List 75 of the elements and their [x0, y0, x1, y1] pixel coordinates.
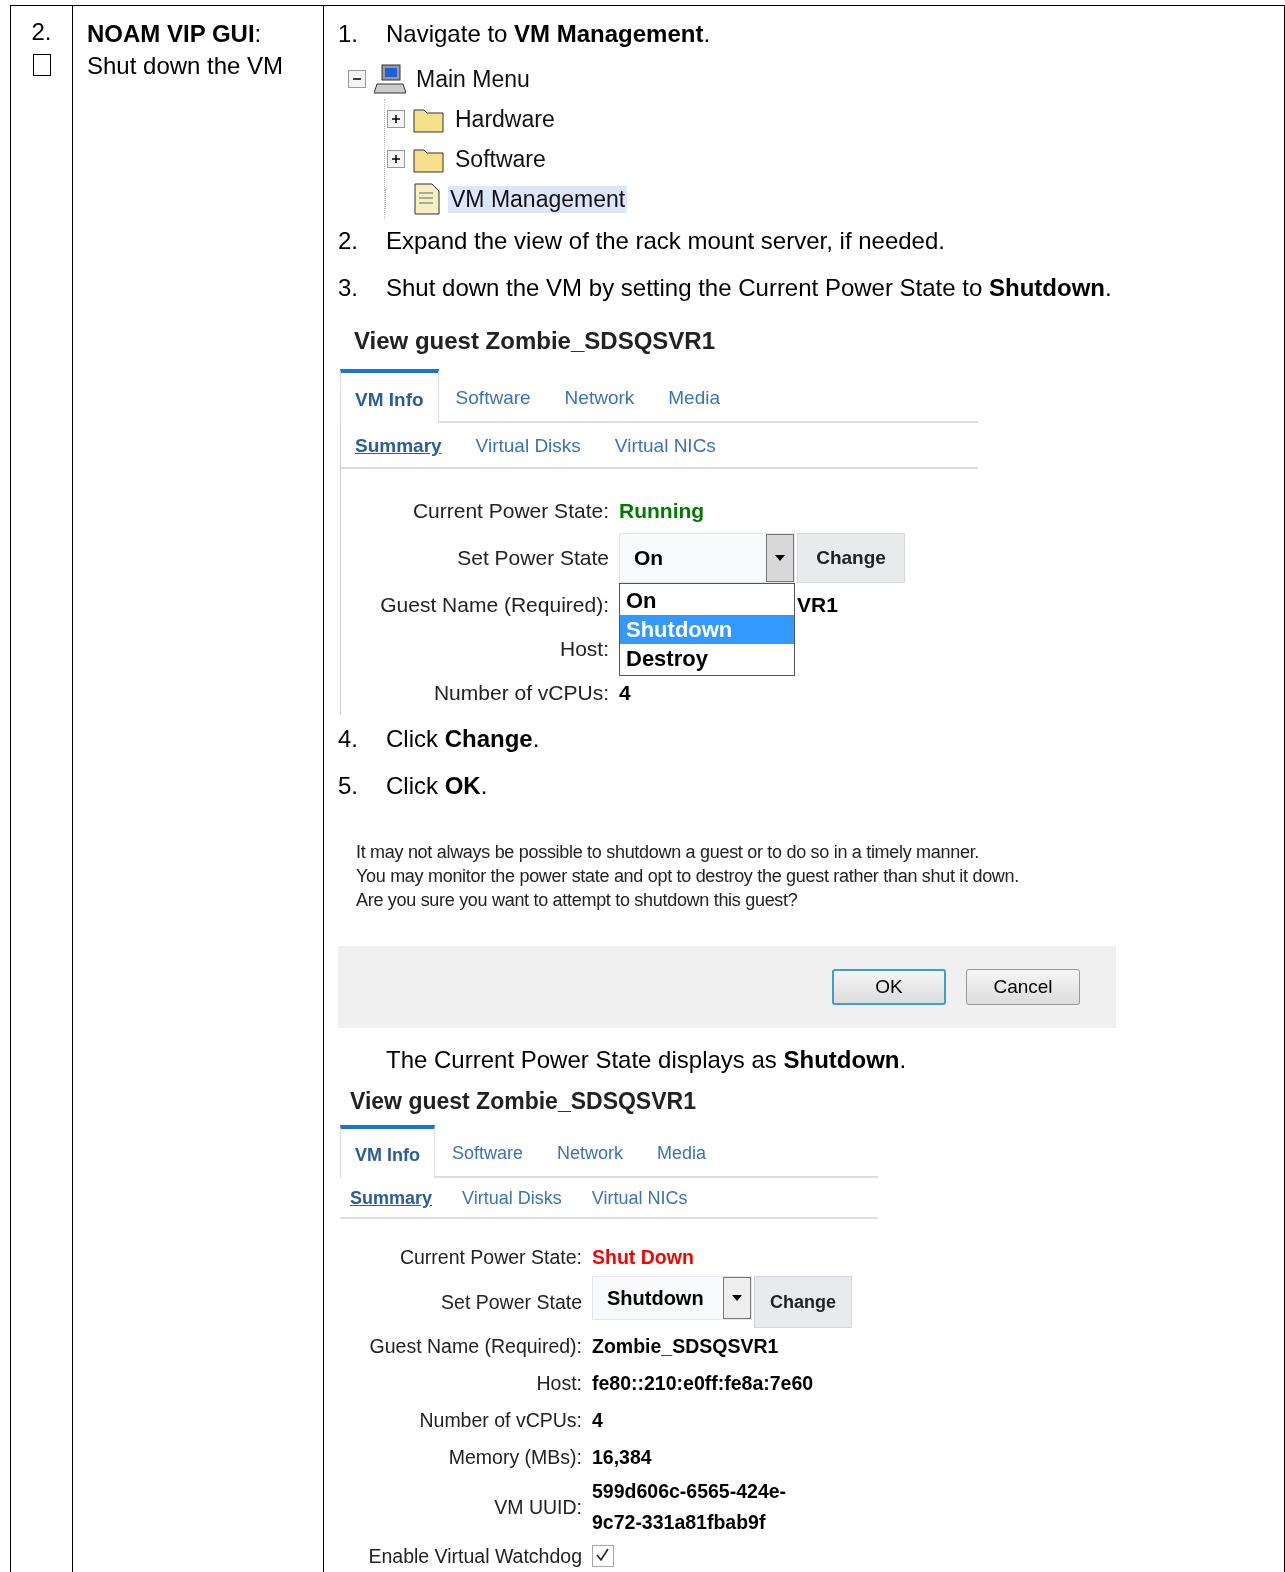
- field-label: Number of vCPUs:: [418, 1409, 583, 1432]
- instruction-text: Click OK.: [386, 771, 488, 801]
- subtab[interactable]: Virtual Disks: [462, 1188, 562, 1209]
- power-state-dropdown[interactable]: On: [619, 533, 795, 583]
- field-label: Number of vCPUs:: [432, 681, 610, 705]
- subtab[interactable]: Summary: [355, 435, 442, 457]
- tab[interactable]: Media: [651, 375, 738, 421]
- step-number: 2.: [31, 18, 52, 46]
- tab[interactable]: Network: [540, 1131, 641, 1176]
- subtab[interactable]: Virtual Disks: [475, 435, 581, 457]
- field-value: VR1: [797, 593, 838, 616]
- instruction-text: Shut down the VM by setting the Current Power State to Shutdown.: [386, 273, 1112, 303]
- field-label: VM UUID:: [493, 1495, 583, 1519]
- caret-icon: [732, 1295, 742, 1301]
- field-label: Set Power State: [456, 546, 610, 570]
- step-number: 5.: [338, 771, 359, 801]
- caret-icon: [775, 555, 785, 561]
- dialog-button[interactable]: Cancel: [966, 969, 1080, 1005]
- tree-item[interactable]: Hardware: [453, 105, 557, 133]
- panel-title: View guest Zombie_SDSQSVR1: [353, 326, 716, 356]
- subtab[interactable]: Virtual NICs: [591, 1188, 688, 1209]
- field-label: Memory (MBs):: [447, 1446, 583, 1469]
- tree-item[interactable]: VM Management: [448, 185, 628, 213]
- step-number: 3.: [338, 273, 359, 303]
- subtab[interactable]: Summary: [350, 1188, 433, 1209]
- field-value: 4: [592, 1408, 604, 1433]
- tree-item[interactable]: Software: [453, 145, 548, 173]
- step-number: 2.: [338, 226, 359, 256]
- field-value: Zombie_SDSQSVR1: [592, 1334, 780, 1359]
- dialog-message: It may not always be possible to shutdown a guest or to do so in a timely manner.: [356, 841, 981, 864]
- change-button[interactable]: Change: [754, 1276, 852, 1328]
- instruction-text: Navigate to VM Management.: [386, 19, 711, 49]
- field-value: fe80::210:e0ff:fe8a:7e60: [592, 1371, 815, 1396]
- field-value: 599d606c-6565-424e-9c72-331a81fbab9f: [592, 1479, 788, 1535]
- field-label: Current Power State:: [398, 1246, 583, 1269]
- collapse-icon[interactable]: [346, 70, 368, 88]
- field-value: 16,384: [592, 1445, 653, 1470]
- instruction-text: The Current Power State displays as Shutdown.: [386, 1045, 907, 1075]
- field-label: Host:: [535, 1372, 583, 1395]
- dialog-message: You may monitor the power state and opt to destroy the guest rather than shut it down.: [356, 865, 1020, 888]
- watchdog-checkbox[interactable]: [592, 1544, 614, 1567]
- tab[interactable]: VM Info: [340, 369, 439, 423]
- tab[interactable]: Media: [640, 1131, 724, 1176]
- tab[interactable]: Network: [547, 375, 652, 421]
- step-number: 1.: [338, 19, 359, 49]
- panel-title: View guest Zombie_SDSQSVR1: [349, 1087, 697, 1116]
- field-label: Guest Name (Required):: [379, 593, 610, 617]
- field-label: Set Power State: [440, 1290, 583, 1314]
- change-button[interactable]: Change: [797, 533, 905, 583]
- tab[interactable]: Software: [438, 375, 548, 421]
- power-state-dropdown[interactable]: Shutdown: [592, 1276, 752, 1320]
- step-checkbox[interactable]: [32, 54, 51, 76]
- tab[interactable]: Software: [435, 1131, 541, 1176]
- power-state-value: Running: [619, 499, 705, 522]
- power-state-value: Shut Down: [592, 1245, 695, 1270]
- tab[interactable]: VM Info: [340, 1125, 435, 1178]
- instruction-text: Click Change.: [386, 724, 540, 754]
- document-icon: [414, 183, 440, 215]
- step-number: 4.: [338, 724, 359, 754]
- field-label: Host:: [559, 637, 610, 661]
- dropdown-option[interactable]: Destroy: [620, 644, 794, 673]
- field-label: Current Power State:: [411, 499, 610, 523]
- field-label: Enable Virtual Watchdog: [367, 1545, 583, 1568]
- tree-item[interactable]: Main Menu: [414, 65, 532, 93]
- dropdown-option[interactable]: On: [620, 586, 794, 615]
- field-value: 4: [619, 681, 631, 704]
- step-title: NOAM VIP GUI: Shut down the VM: [87, 19, 285, 81]
- expand-icon[interactable]: [385, 150, 407, 168]
- subtab[interactable]: Virtual NICs: [614, 435, 716, 457]
- dialog-message: Are you sure you want to attempt to shutdown this guest?: [356, 889, 799, 912]
- field-label: Guest Name (Required):: [368, 1335, 583, 1358]
- expand-icon[interactable]: [385, 110, 407, 128]
- instruction-text: Expand the view of the rack mount server, if needed.: [386, 226, 945, 256]
- dialog-button[interactable]: OK: [832, 969, 946, 1005]
- computer-icon: [374, 64, 406, 94]
